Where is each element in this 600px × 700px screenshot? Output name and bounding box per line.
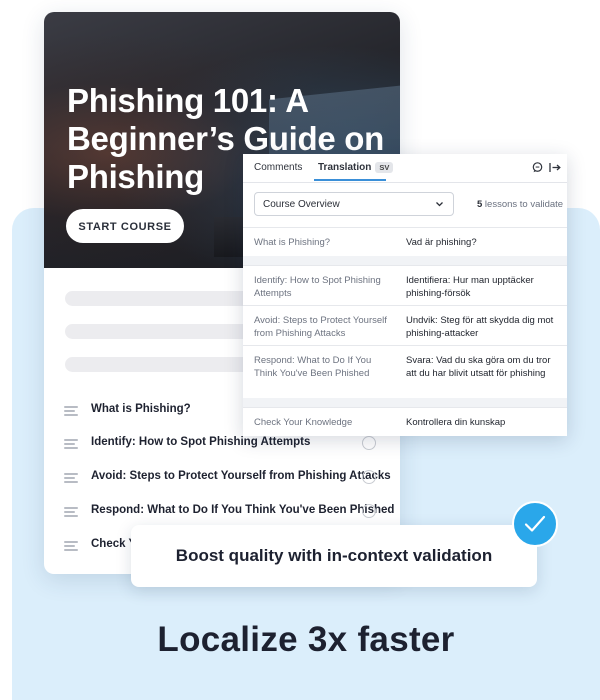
lessons-to-validate: 5 lessons to validate — [477, 199, 563, 210]
lesson-item[interactable]: Identify: How to Spot Phishing Attempts — [64, 434, 384, 454]
row-divider — [243, 398, 567, 407]
overview-dropdown[interactable]: Course Overview — [254, 192, 454, 216]
tab-translation-label: Translation — [318, 162, 372, 173]
target-text: Vad är phishing? — [406, 237, 477, 248]
headline: Localize 3x faster — [157, 620, 455, 659]
translation-row[interactable]: Avoid: Steps to Protect Yourself from Ph… — [243, 305, 567, 346]
lesson-label: What is Phishing? — [91, 403, 191, 415]
target-text: Kontrollera din kunskap — [406, 417, 506, 428]
status-circle-icon — [362, 504, 376, 518]
tab-translation[interactable]: Translation SV — [318, 162, 394, 173]
list-icon — [64, 406, 78, 416]
validation-callout: Boost quality with in-context validation — [131, 525, 537, 587]
lesson-label: Respond: What to Do If You Think You've … — [91, 504, 395, 516]
start-course-button[interactable]: START COURSE — [66, 209, 184, 243]
source-text: Check Your Knowledge — [254, 417, 353, 428]
source-text: Respond: What to Do If You Think You've … — [254, 355, 372, 379]
list-icon — [64, 507, 78, 517]
dropdown-value: Course Overview — [263, 199, 340, 210]
lesson-item[interactable]: Avoid: Steps to Protect Yourself from Ph… — [64, 468, 391, 488]
chevron-down-icon — [435, 197, 444, 214]
exit-icon[interactable] — [549, 162, 561, 174]
list-icon — [64, 439, 78, 449]
source-text: Identify: How to Spot Phishing Attempts — [254, 275, 381, 299]
status-circle-icon — [362, 470, 376, 484]
lessons-suffix: lessons to validate — [482, 199, 564, 210]
language-badge: SV — [375, 162, 394, 173]
active-tab-indicator — [314, 179, 386, 181]
translation-row[interactable]: Respond: What to Do If You Think You've … — [243, 345, 567, 398]
translation-row[interactable]: Check Your Knowledge Kontrollera din kun… — [243, 407, 567, 436]
lesson-label: Identify: How to Spot Phishing Attempts — [91, 436, 311, 448]
panel-tabs: Comments Translation SV — [243, 154, 567, 183]
target-text: Svara: Vad du ska göra om du tror att du… — [406, 355, 551, 379]
source-text: What is Phishing? — [254, 237, 331, 248]
translation-row[interactable]: What is Phishing? Vad är phishing? — [243, 227, 567, 256]
target-text: Identifiera: Hur man upptäcker phishing-… — [406, 275, 534, 299]
comment-icon[interactable] — [531, 162, 543, 174]
row-divider — [243, 256, 567, 265]
status-circle-icon — [362, 436, 376, 450]
tab-comments[interactable]: Comments — [254, 162, 302, 173]
translation-panel: Comments Translation SV Course Overview 5… — [243, 154, 567, 436]
lesson-item[interactable]: Respond: What to Do If You Think You've … — [64, 502, 394, 522]
list-icon — [64, 541, 78, 551]
translation-row[interactable]: Identify: How to Spot Phishing Attempts … — [243, 265, 567, 306]
check-icon — [512, 501, 558, 547]
callout-text: Boost quality with in-context validation — [175, 546, 493, 565]
lesson-label: Avoid: Steps to Protect Yourself from Ph… — [91, 470, 391, 482]
source-text: Avoid: Steps to Protect Yourself from Ph… — [254, 315, 387, 339]
list-icon — [64, 473, 78, 483]
target-text: Undvik: Steg för att skydda dig mot phis… — [406, 315, 554, 339]
